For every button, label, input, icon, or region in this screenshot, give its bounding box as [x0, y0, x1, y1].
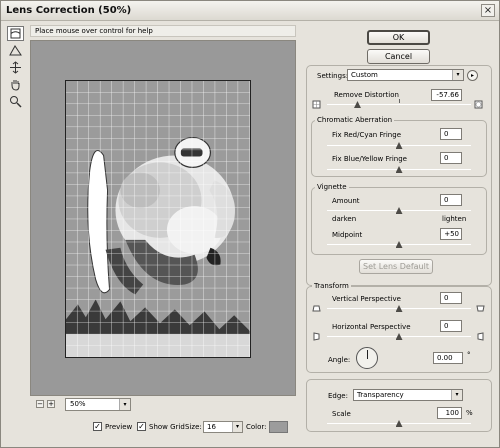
angle-dial[interactable] — [356, 347, 378, 369]
amount-slider[interactable] — [327, 207, 471, 215]
perspective-top-icon — [312, 304, 321, 313]
blue-yellow-input[interactable]: 0 — [440, 152, 462, 164]
ok-button[interactable]: OK — [367, 30, 430, 45]
red-cyan-slider[interactable] — [327, 142, 471, 150]
scale-label: Scale — [332, 410, 351, 418]
settings-value: Custom — [351, 71, 378, 79]
blue-yellow-slider[interactable] — [327, 166, 471, 174]
grid-color-swatch[interactable] — [269, 421, 288, 433]
edge-label: Edge: — [328, 392, 348, 400]
edge-select[interactable]: Transparency ▾ — [353, 389, 463, 401]
slider-track — [327, 104, 471, 105]
pincushion-icon — [312, 100, 321, 109]
preview-label: Preview — [105, 423, 133, 431]
horizontal-perspective-slider[interactable] — [327, 333, 471, 341]
chevron-down-icon: ▾ — [232, 422, 242, 432]
midpoint-label: Midpoint — [332, 231, 363, 239]
set-lens-default-button[interactable]: Set Lens Default — [359, 259, 433, 274]
amount-input[interactable]: 0 — [440, 194, 462, 206]
zoom-tool-icon[interactable] — [7, 94, 24, 109]
percent-unit: % — [466, 409, 473, 417]
perspective-right-icon — [476, 332, 485, 341]
midpoint-slider[interactable] — [327, 241, 471, 249]
show-grid-checkbox[interactable]: ✓ — [137, 422, 146, 431]
scale-slider[interactable] — [327, 420, 471, 428]
straighten-tool-icon[interactable] — [7, 43, 24, 58]
settings-select[interactable]: Custom ▾ — [347, 69, 464, 81]
degree-unit: ° — [467, 351, 471, 359]
zoom-out-button[interactable]: − — [36, 400, 44, 408]
show-grid-label: Show Grid — [149, 423, 185, 431]
perspective-left-icon — [312, 332, 321, 341]
dialog-title: Lens Correction (50%) — [6, 5, 132, 16]
remove-distortion-label: Remove Distortion — [334, 91, 399, 99]
vertical-perspective-slider[interactable] — [327, 305, 471, 313]
zoom-in-button[interactable]: + — [47, 400, 55, 408]
angle-dial-needle — [367, 350, 368, 359]
chevron-down-icon: ▾ — [451, 390, 462, 400]
zoom-level-select[interactable]: 50% ▾ — [65, 398, 131, 411]
remove-distortion-slider[interactable] — [327, 99, 471, 109]
transform-title: Transform — [312, 282, 351, 290]
darken-label: darken — [332, 215, 357, 223]
remove-distortion-input[interactable]: -57.66 — [431, 89, 462, 101]
color-label: Color: — [246, 423, 267, 431]
zoom-level-value: 50% — [70, 400, 86, 408]
edge-value: Transparency — [357, 391, 404, 399]
scale-input[interactable]: 100 — [437, 407, 462, 419]
lighten-label: lighten — [442, 215, 467, 223]
horizontal-perspective-label: Horizontal Perspective — [332, 323, 411, 331]
chevron-down-icon: ▾ — [452, 70, 463, 80]
move-grid-tool-icon[interactable] — [7, 60, 24, 75]
lens-correction-dialog: Lens Correction (50%) × Place mouse over… — [0, 0, 500, 448]
vertical-perspective-input[interactable]: 0 — [440, 292, 462, 304]
zoom-bar: − + 50% ▾ — [30, 398, 296, 412]
amount-label: Amount — [332, 197, 360, 205]
size-label: Size: — [185, 423, 202, 431]
slider-center-tick — [399, 99, 400, 103]
hand-tool-icon[interactable] — [7, 77, 24, 92]
angle-input[interactable]: 0.00 — [433, 352, 463, 364]
settings-label: Settings: — [317, 72, 349, 80]
chromatic-aberration-title: Chromatic Aberration — [315, 116, 395, 124]
cancel-button[interactable]: Cancel — [367, 49, 430, 64]
horizontal-perspective-input[interactable]: 0 — [440, 320, 462, 332]
grid-options: ✓ Preview ✓ Show Grid Size: 16 ▾ Color: — [93, 421, 303, 435]
remove-distortion-tool-icon[interactable] — [7, 26, 24, 41]
red-cyan-input[interactable]: 0 — [440, 128, 462, 140]
preview-image — [65, 80, 251, 358]
title-bar: Lens Correction (50%) × — [1, 1, 499, 21]
chevron-down-icon: ▾ — [119, 399, 130, 410]
blue-yellow-label: Fix Blue/Yellow Fringe — [332, 155, 407, 163]
angle-label: Angle: — [328, 356, 351, 364]
help-text: Place mouse over control for help — [30, 25, 296, 37]
grid-size-value: 16 — [207, 423, 216, 431]
close-button[interactable]: × — [481, 4, 495, 17]
vignette-title: Vignette — [315, 183, 349, 191]
perspective-bottom-icon — [476, 304, 485, 313]
preview-checkbox[interactable]: ✓ — [93, 422, 102, 431]
grid-size-select[interactable]: 16 ▾ — [203, 421, 243, 433]
red-cyan-label: Fix Red/Cyan Fringe — [332, 131, 401, 139]
midpoint-input[interactable]: +50 — [440, 228, 462, 240]
barrel-icon — [474, 100, 483, 109]
vertical-perspective-label: Vertical Perspective — [332, 295, 401, 303]
settings-menu-button[interactable]: ▸ — [467, 70, 478, 81]
